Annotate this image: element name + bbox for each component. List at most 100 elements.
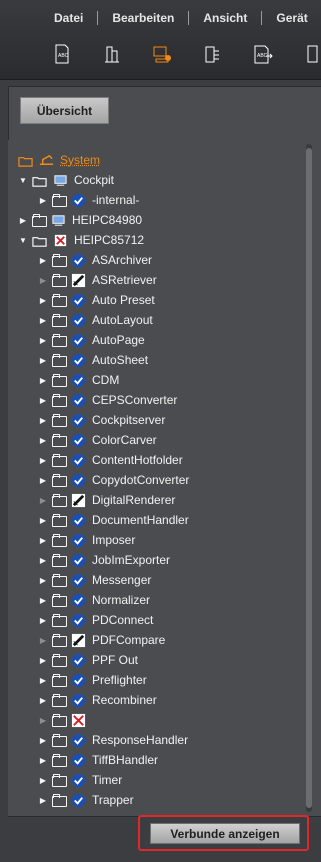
server-button[interactable] bbox=[92, 38, 132, 70]
chevron-right-icon[interactable]: ▶ bbox=[38, 435, 48, 445]
tree-node-heipc85712[interactable]: ▼ HEIPC85712 bbox=[18, 230, 144, 250]
chevron-right-icon[interactable]: ▶ bbox=[38, 535, 48, 545]
tree-child-item[interactable]: ▶ TiffBHandler bbox=[38, 750, 158, 770]
tree-child-item[interactable]: ▶ Trapper bbox=[38, 790, 134, 810]
menu-bar: Datei Bearbeiten Ansicht Gerät bbox=[40, 6, 321, 30]
tree-root-system[interactable]: System bbox=[18, 150, 100, 170]
server-stack-icon bbox=[100, 42, 124, 66]
chevron-right-icon[interactable]: ▶ bbox=[38, 375, 48, 385]
chevron-right-icon[interactable]: ▶ bbox=[38, 675, 48, 685]
tree-child-label: DigitalRenderer bbox=[92, 493, 175, 507]
chevron-right-icon[interactable]: ▶ bbox=[38, 395, 48, 405]
tree-child-item[interactable]: ▶ CDM bbox=[38, 370, 119, 390]
workflow-button[interactable] bbox=[142, 38, 182, 70]
folder-icon bbox=[52, 774, 66, 786]
abc-export-button[interactable]: ABC bbox=[242, 38, 282, 70]
tree-child-item[interactable]: ▶ Messenger bbox=[38, 570, 151, 590]
menu-ansicht[interactable]: Ansicht bbox=[189, 11, 261, 25]
chevron-right-icon[interactable]: ▶ bbox=[38, 255, 48, 265]
menu-datei[interactable]: Datei bbox=[40, 11, 97, 25]
chevron-right-icon[interactable]: ▶ bbox=[38, 735, 48, 745]
chevron-right-icon[interactable]: ▶ bbox=[38, 355, 48, 365]
tree-child-item[interactable]: ▶ DigitalRenderer bbox=[38, 490, 175, 510]
chevron-right-icon[interactable]: ▶ bbox=[38, 575, 48, 585]
chevron-right-icon[interactable]: ▶ bbox=[38, 795, 48, 805]
tree-child-item[interactable]: ▶ Imposer bbox=[38, 530, 135, 550]
check-status-icon bbox=[71, 473, 86, 488]
chevron-right-icon[interactable]: ▶ bbox=[38, 755, 48, 765]
chevron-right-icon[interactable]: ▶ bbox=[38, 315, 48, 325]
chevron-right-icon[interactable]: ▶ bbox=[38, 295, 48, 305]
chevron-right-icon[interactable]: ▶ bbox=[38, 635, 48, 645]
chevron-right-icon[interactable]: ▶ bbox=[38, 415, 48, 425]
chevron-right-icon[interactable]: ▶ bbox=[38, 515, 48, 525]
extra-tool-button[interactable] bbox=[292, 38, 321, 70]
chevron-right-icon[interactable]: ▶ bbox=[38, 615, 48, 625]
tree-child-label: CEPSConverter bbox=[92, 393, 177, 407]
tree-child-item[interactable]: ▶ AutoLayout bbox=[38, 310, 153, 330]
tree-node-heipc84980[interactable]: ▶ HEIPC84980 bbox=[18, 210, 142, 230]
chevron-right-icon[interactable]: ▶ bbox=[38, 555, 48, 565]
tree-child-item[interactable]: ▶ ASArchiver bbox=[38, 250, 152, 270]
tree-node-cockpit[interactable]: ▼ Cockpit bbox=[18, 170, 114, 190]
tree-child-item[interactable]: ▶ PDFCompare bbox=[38, 630, 165, 650]
tree-child-item[interactable]: ▶ CEPSConverter bbox=[38, 390, 177, 410]
chevron-right-icon[interactable]: ▶ bbox=[38, 275, 48, 285]
tree-child-item[interactable]: ▶ bbox=[38, 710, 92, 730]
chevron-right-icon[interactable]: ▶ bbox=[38, 455, 48, 465]
menu-geraet[interactable]: Gerät bbox=[262, 11, 321, 25]
tree-child-item[interactable]: ▶ ContentHotfolder bbox=[38, 450, 183, 470]
chevron-right-icon[interactable]: ▶ bbox=[38, 715, 48, 725]
tree-child-item[interactable]: ▶ PDConnect bbox=[38, 610, 153, 630]
tree-child-item[interactable]: ▶ AutoSheet bbox=[38, 350, 148, 370]
tree-child-item[interactable]: ▶ ColorCarver bbox=[38, 430, 157, 450]
chevron-right-icon[interactable]: ▶ bbox=[38, 695, 48, 705]
show-composites-button[interactable]: Verbunde anzeigen bbox=[150, 823, 300, 844]
chevron-right-icon[interactable]: ▶ bbox=[38, 335, 48, 345]
open-folder-icon bbox=[32, 233, 47, 248]
tree-child-item[interactable]: ▶ Normalizer bbox=[38, 590, 150, 610]
tree-child-label: TiffBHandler bbox=[92, 753, 158, 767]
tree-child-item[interactable]: ▶ ResponseHandler bbox=[38, 730, 188, 750]
chevron-right-icon[interactable]: ▶ bbox=[38, 595, 48, 605]
check-status-icon bbox=[71, 433, 86, 448]
pipeline-button[interactable] bbox=[192, 38, 232, 70]
tree-child-item[interactable]: ▶ Auto Preset bbox=[38, 290, 155, 310]
tree-child-item[interactable]: ▶ ASRetriever bbox=[38, 270, 157, 290]
tree-child-item[interactable]: ▶ Cockpitserver bbox=[38, 410, 165, 430]
tree-child-item[interactable]: ▶ AutoPage bbox=[38, 330, 145, 350]
vertical-scrollbar[interactable] bbox=[306, 144, 312, 812]
folder-icon bbox=[52, 794, 66, 806]
tree-child-label: Recombiner bbox=[92, 693, 157, 707]
tab-overview[interactable]: Übersicht bbox=[20, 97, 109, 124]
chevron-right-icon[interactable]: ▶ bbox=[38, 195, 48, 205]
chevron-right-icon[interactable]: ▶ bbox=[18, 215, 28, 225]
chevron-down-icon[interactable]: ▼ bbox=[18, 235, 28, 245]
chevron-down-icon[interactable]: ▼ bbox=[18, 175, 28, 185]
menu-bearbeiten[interactable]: Bearbeiten bbox=[98, 11, 188, 25]
tree-child-label: AutoLayout bbox=[92, 313, 153, 327]
chevron-right-icon[interactable]: ▶ bbox=[38, 475, 48, 485]
computer-icon bbox=[51, 213, 66, 228]
tree-child-label: AutoSheet bbox=[92, 353, 148, 367]
tree-child-item[interactable]: ▶ Recombiner bbox=[38, 690, 157, 710]
check-status-icon bbox=[71, 773, 86, 788]
chevron-right-icon[interactable]: ▶ bbox=[38, 655, 48, 665]
tree-child-item[interactable]: ▶ Timer bbox=[38, 770, 122, 790]
abc-page-button[interactable]: ABC bbox=[42, 38, 82, 70]
folder-icon bbox=[52, 754, 66, 766]
tree-child-item[interactable]: ▶ PPF Out bbox=[38, 650, 138, 670]
tree-child-item[interactable]: ▶ DocumentHandler bbox=[38, 510, 189, 530]
chevron-right-icon[interactable]: ▶ bbox=[38, 495, 48, 505]
scrollbar-thumb[interactable] bbox=[306, 148, 312, 808]
tree-child-item[interactable]: ▶ Preflighter bbox=[38, 670, 147, 690]
computer-icon bbox=[53, 173, 68, 188]
chevron-right-icon[interactable]: ▶ bbox=[38, 775, 48, 785]
tree-child-label: PDConnect bbox=[92, 613, 153, 627]
check-status-icon bbox=[71, 453, 86, 468]
tree-child-item[interactable]: ▶ JobImExporter bbox=[38, 550, 170, 570]
abc-export-icon: ABC bbox=[250, 42, 274, 66]
tree-child-item[interactable]: ▶ CopydotConverter bbox=[38, 470, 189, 490]
folder-icon bbox=[52, 254, 66, 266]
tree-node-internal[interactable]: ▶ -internal- bbox=[38, 190, 139, 210]
